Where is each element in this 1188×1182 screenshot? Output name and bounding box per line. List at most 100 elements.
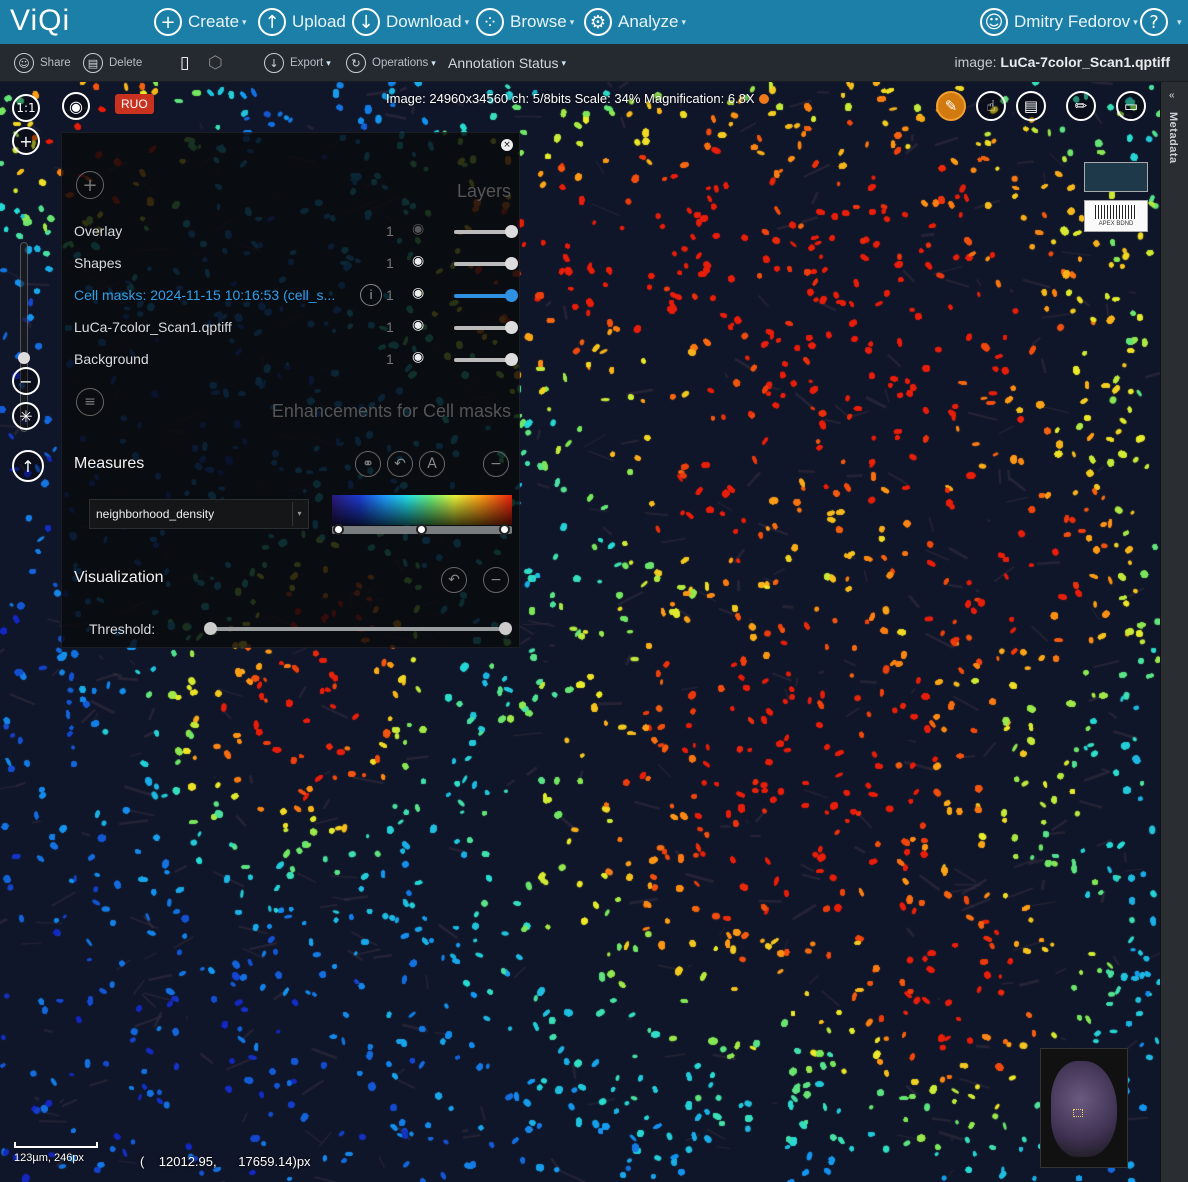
eye-icon[interactable]: ◉ [412,317,434,337]
gears-icon: ⚙ [584,8,612,36]
undo-icon[interactable]: ↶ [387,451,413,477]
2d-view-button[interactable]: ▯ [180,52,189,74]
layer-name: Cell masks: 2024-11-15 10:16:53 (cell_s.… [74,287,336,303]
threshold-max-knob[interactable] [499,622,512,635]
minimap-viewport[interactable] [1073,1109,1083,1117]
fit-view-button[interactable]: ✳ [12,402,40,430]
pencil-tool-icon[interactable]: ✏ [1066,91,1096,121]
pointer-tool-icon[interactable]: ☝ [976,91,1006,121]
image-label: image: [954,54,997,70]
upload-label: Upload [292,12,346,31]
minimap[interactable] [1040,1048,1128,1168]
enhancements-icon[interactable]: ≡ [76,388,104,416]
annotation-status-menu[interactable]: Annotation Status ▾ [448,52,566,74]
3d-view-button[interactable]: ⬡ [208,52,223,74]
layer-count: 1 [386,287,394,303]
add-layer-button[interactable]: + [76,171,104,199]
image-thumbnail[interactable] [1084,162,1148,192]
undo-icon[interactable]: ↶ [441,567,467,593]
layer-row-shapes[interactable]: Shapes 1 ◉ [74,251,518,277]
page-icon: ▯ [180,53,190,73]
eye-icon[interactable]: ◉ [412,253,434,273]
colormap-shade [332,495,512,525]
remove-visualization-icon[interactable]: − [483,567,509,593]
zoom-1to1-button[interactable]: 1:1 [12,94,40,122]
screen-tool-icon[interactable]: ▭ [1116,91,1146,121]
zoom-out-button[interactable]: − [12,367,40,395]
link-icon[interactable]: ⚭ [355,451,381,477]
image-viewer[interactable]: 1:1 ◉ RUO Image: 24960x34560 ch: 5/8bits… [0,82,1160,1182]
plus-icon: + [154,8,182,36]
opacity-slider[interactable] [454,225,518,238]
visibility-eye-icon[interactable]: ◉ [62,92,90,120]
slider-knob[interactable] [505,257,518,270]
zoom-in-button[interactable]: + [12,127,40,155]
analyze-label: Analyze [618,12,679,31]
user-menu[interactable]: ☺ Dmitry Fedorov ▾ [980,7,1138,37]
remove-measure-icon[interactable]: − [483,451,509,477]
metadata-tab[interactable]: Metadata [1167,112,1179,164]
layer-row-image[interactable]: LuCa-7color_Scan1.qptiff 1 ◉ [74,315,518,341]
operations-label: Operations [372,57,429,69]
layer-row-cell-masks[interactable]: Cell masks: 2024-11-15 10:16:53 (cell_s.… [74,283,518,309]
colormap-max-knob[interactable] [499,524,510,535]
slider-knob[interactable] [505,289,518,302]
help-menu[interactable]: ? ▾ [1140,7,1182,37]
rotate-button[interactable]: ↑ [12,450,44,482]
cube-icon: ⬡ [208,53,223,73]
visualization-title: Visualization [74,569,164,586]
label-thumbnail[interactable]: APEX BDND [1084,200,1148,232]
barcode-icon [1095,205,1137,219]
threshold-min-knob[interactable] [204,622,217,635]
operations-menu[interactable]: ↻ Operations ▾ [346,52,436,74]
caret-down-icon: ▾ [326,57,331,68]
metadata-sidebar[interactable]: « Metadata [1160,82,1188,1182]
layer-count: 1 [386,319,394,335]
label-thumbnail-text: APEX BDND [1098,221,1134,227]
text-style-icon[interactable]: A [419,451,445,477]
delete-button[interactable]: ▤ Delete [83,52,142,74]
browse-label: Browse [510,12,567,31]
eye-icon[interactable]: ◉ [412,349,434,369]
analyze-menu[interactable]: ⚙ Analyze ▾ [584,7,686,37]
trash-tool-icon[interactable]: ▤ [1016,91,1046,121]
info-icon[interactable]: i [360,284,382,306]
layer-row-background[interactable]: Background 1 ◉ [74,347,518,373]
share-button[interactable]: ☺ Share [14,52,71,74]
layer-name: LuCa-7color_Scan1.qptiff [74,319,232,335]
opacity-slider[interactable] [454,321,518,334]
close-icon[interactable]: × [501,139,513,151]
export-menu[interactable]: ↓ Export ▾ [264,52,331,74]
measures-title: Measures [74,455,145,472]
opacity-slider[interactable] [454,353,518,366]
image-name: LuCa-7color_Scan1.qptiff [1000,54,1170,70]
measure-select[interactable]: neighborhood_density ▾ [89,499,309,529]
cloud-upload-icon: ↑ [258,8,286,36]
slider-knob[interactable] [505,321,518,334]
brush-tool-icon[interactable]: ✎ [936,91,966,121]
status-dot-icon [758,94,769,104]
caret-down-icon: ▾ [242,16,247,27]
slider-knob[interactable] [505,353,518,366]
scale-label: 123µm, 246px [14,1152,84,1164]
opacity-slider[interactable] [454,289,518,302]
help-icon: ? [1140,8,1168,36]
opacity-slider[interactable] [454,257,518,270]
colormap-mid-knob[interactable] [416,524,427,535]
zoom-slider-thumb[interactable] [18,352,30,364]
eye-icon[interactable]: ◉ [412,221,434,241]
eye-icon[interactable]: ◉ [412,285,434,305]
threshold-slider[interactable] [210,627,506,631]
collapse-icon[interactable]: « [1169,90,1175,101]
viqi-logo[interactable]: ViQi [10,4,70,38]
upload-menu[interactable]: ↑ Upload [258,7,346,37]
caret-down-icon: ▾ [1177,16,1182,27]
layer-name: Background [74,351,149,367]
create-menu[interactable]: + Create ▾ [154,7,247,37]
slider-knob[interactable] [505,225,518,238]
layer-row-overlay[interactable]: Overlay 1 ◉ [74,219,518,245]
download-menu[interactable]: ↓ Download ▾ [352,7,469,37]
layer-count: 1 [386,223,394,239]
colormap-min-knob[interactable] [333,524,344,535]
browse-menu[interactable]: ⁘ Browse ▾ [476,7,574,37]
